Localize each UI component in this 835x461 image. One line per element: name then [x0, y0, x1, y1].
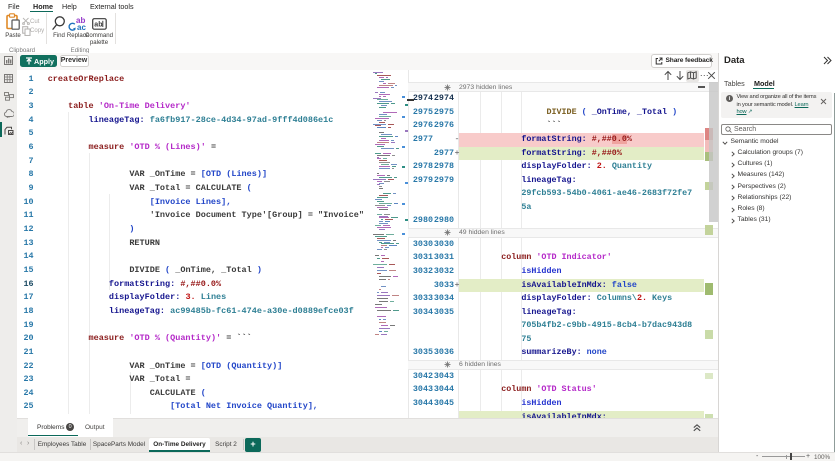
svg-text:ac: ac	[77, 23, 86, 31]
svg-text:ab: ab	[94, 22, 102, 29]
